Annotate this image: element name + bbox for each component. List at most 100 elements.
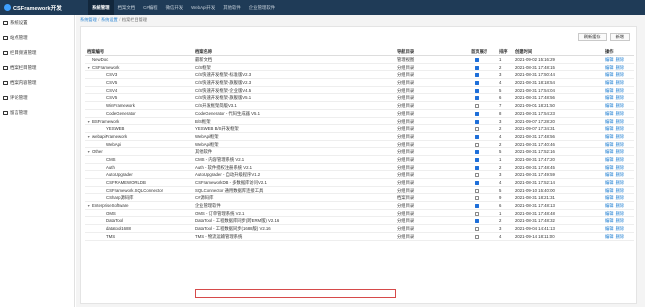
delete-link[interactable]: 删除 [616, 72, 625, 77]
homepage-show-checkbox[interactable] [475, 119, 479, 124]
edit-link[interactable]: 编辑 [605, 211, 614, 216]
column-header-created[interactable]: 创建时间 [515, 47, 575, 56]
edit-link[interactable]: 编辑 [605, 134, 614, 139]
table-row[interactable]: WebApi WebApi框架 分组目录 2 2021-08-31 17:40:46 编辑… [85, 141, 634, 149]
edit-link[interactable]: 编辑 [605, 188, 614, 193]
delete-link[interactable]: 删除 [616, 218, 625, 223]
edit-link[interactable]: 编辑 [605, 172, 614, 177]
top-menu-item[interactable]: 企业管理软件 [245, 0, 279, 15]
top-menu-item[interactable]: 其他软件 [219, 0, 245, 15]
homepage-show-checkbox[interactable] [475, 157, 479, 162]
homepage-show-checkbox[interactable] [475, 58, 479, 62]
edit-link[interactable]: 编辑 [605, 142, 614, 147]
table-row[interactable]: CSV5 C/S快速开发框架-旗舰版V2.3 分组目录 4 2021-08-31 18:… [85, 79, 634, 87]
column-header-name[interactable]: 档案名称 [195, 47, 345, 56]
table-row[interactable]: CSFramework.SQLConnector SQLConnector 通用数… [85, 187, 634, 195]
edit-link[interactable]: 编辑 [605, 149, 614, 154]
delete-link[interactable]: 删除 [616, 157, 625, 162]
top-menu-item[interactable]: WebApi开发 [187, 0, 219, 15]
homepage-show-checkbox[interactable] [475, 165, 479, 170]
edit-link[interactable]: 编辑 [605, 165, 614, 170]
delete-link[interactable]: 删除 [616, 126, 625, 131]
homepage-show-checkbox[interactable] [475, 173, 479, 178]
homepage-show-checkbox[interactable] [475, 127, 479, 132]
table-row[interactable]: CSV4 C/S快速开发框架-企业版V4.5 分组目录 5 2021-08-31 17:… [85, 87, 634, 95]
homepage-show-checkbox[interactable] [475, 134, 479, 139]
homepage-show-checkbox[interactable] [475, 227, 479, 232]
top-menu-item[interactable]: 档案文档 [114, 0, 140, 15]
edit-link[interactable]: 编辑 [605, 95, 614, 100]
table-row[interactable]: datatool1688 DataTool - 工程数据同步(1688版) V2.… [85, 225, 634, 233]
edit-link[interactable]: 编辑 [605, 157, 614, 162]
edit-link[interactable]: 编辑 [605, 180, 614, 185]
table-row[interactable]: CMS CMS - 内容管理系统 V2.1 分组目录 1 2021-08-31 17:4… [85, 156, 634, 164]
delete-link[interactable]: 删除 [616, 203, 625, 208]
homepage-show-checkbox[interactable] [475, 73, 479, 78]
delete-link[interactable]: 删除 [616, 211, 625, 216]
table-row[interactable]: YESWEB YESWEB B/S开发框架 分组目录 2 2021-09-07 17:3… [85, 125, 634, 133]
column-header-sort[interactable]: 排序 [499, 47, 515, 56]
table-row[interactable]: CSV3 C/S快速开发框架-标准版V2.3 分组目录 3 2021-08-31 17:… [85, 71, 634, 80]
homepage-show-checkbox[interactable] [475, 196, 479, 201]
delete-link[interactable]: 删除 [616, 149, 625, 154]
sidebar-item[interactable]: 留言管理 [0, 105, 74, 120]
delete-link[interactable]: 删除 [616, 103, 625, 108]
delete-link[interactable]: 删除 [616, 165, 625, 170]
delete-link[interactable]: 删除 [616, 111, 625, 116]
homepage-show-checkbox[interactable] [475, 111, 479, 116]
homepage-show-checkbox[interactable] [475, 142, 479, 147]
homepage-show-checkbox[interactable] [475, 65, 479, 70]
column-header-show[interactable]: 首页展示 [471, 47, 487, 56]
table-row[interactable]: CSV5 C/S快速开发框架-旗舰版V5.1 分组目录 6 2021-08-31 17:… [85, 94, 634, 103]
edit-link[interactable]: 编辑 [605, 65, 614, 70]
homepage-show-checkbox[interactable] [475, 234, 479, 239]
sidebar-item[interactable]: 评论管理 [0, 90, 74, 105]
top-menu-item[interactable]: 系统管理 [88, 0, 114, 15]
sidebar-item[interactable]: 栏目频道管理 [0, 45, 74, 60]
breadcrumb-root[interactable]: 系统管理 [80, 17, 97, 23]
table-row[interactable]: ▼ BSFramework B/S框架 分组目录 3 2021-09-07 17:28:2… [85, 118, 634, 126]
homepage-show-checkbox[interactable] [475, 150, 479, 155]
homepage-show-checkbox[interactable] [475, 81, 479, 86]
breadcrumb-section[interactable]: 系统设置 [101, 17, 118, 23]
edit-link[interactable]: 编辑 [605, 234, 614, 239]
homepage-show-checkbox[interactable] [475, 219, 479, 224]
delete-link[interactable]: 删除 [616, 180, 625, 185]
delete-link[interactable]: 删除 [616, 119, 625, 124]
delete-link[interactable]: 删除 [616, 195, 625, 200]
edit-link[interactable]: 编辑 [605, 72, 614, 77]
table-row[interactable]: Auth Auth - 软件授权注册系统 V2.1 分组目录 2 2021-08-31 … [85, 164, 634, 172]
delete-link[interactable]: 删除 [616, 88, 625, 93]
top-menu-item[interactable]: C#编程 [139, 0, 161, 15]
delete-link[interactable]: 删除 [616, 142, 625, 147]
table-row[interactable]: AutoUpgrader AutoUpgrader - 自动升级程序V1.2 分组目… [85, 171, 634, 179]
edit-link[interactable]: 编辑 [605, 126, 614, 131]
delete-link[interactable]: 删除 [616, 134, 625, 139]
homepage-show-checkbox[interactable] [475, 104, 479, 109]
table-row[interactable]: ▼ webapiFramework WebApi框架 分组目录 4 2021-08-31 … [85, 133, 634, 141]
sidebar-item[interactable]: 系统设置 [0, 15, 74, 30]
top-menu-item[interactable]: 微信开发 [162, 0, 188, 15]
table-row[interactable]: WinFramework C/S开发框架简版V3.1 分组目录 7 2021-09-01… [85, 102, 634, 110]
table-row[interactable]: ▼ Other 其他软件 分组目录 5 2021-08-31 17:52:16 编辑 删除 [85, 148, 634, 156]
table-row[interactable]: CodeGenerator CodeGenerator - 代码生成器 V5.1 分… [85, 110, 634, 118]
edit-link[interactable]: 编辑 [605, 57, 614, 62]
edit-link[interactable]: 编辑 [605, 80, 614, 85]
edit-link[interactable]: 编辑 [605, 203, 614, 208]
column-header-nav[interactable]: 导航目录 [397, 47, 463, 56]
edit-link[interactable]: 编辑 [605, 195, 614, 200]
delete-link[interactable]: 删除 [616, 65, 625, 70]
delete-link[interactable]: 删除 [616, 95, 625, 100]
edit-link[interactable]: 编辑 [605, 111, 614, 116]
brand[interactable]: CSFramework开发 [0, 0, 88, 15]
table-row[interactable]: TMS TMS - 物流运输管理系统 分组目录 4 2021-09-14 18:11:0… [85, 233, 634, 241]
edit-link[interactable]: 编辑 [605, 226, 614, 231]
homepage-show-checkbox[interactable] [475, 96, 479, 101]
delete-link[interactable]: 删除 [616, 226, 625, 231]
sidebar-item[interactable]: 档案栏目管理 [0, 60, 74, 75]
edit-link[interactable]: 编辑 [605, 218, 614, 223]
homepage-show-checkbox[interactable] [475, 181, 479, 185]
table-row[interactable]: ▼ EnterpriseSoftware 企业管理软件 分组目录 6 2021-08-31… [85, 202, 634, 210]
add-button[interactable]: 新增 [609, 33, 630, 41]
table-row[interactable]: DataTool DataTool - 工程数据库同步(跨ERM版) V2.16 分… [85, 217, 634, 226]
